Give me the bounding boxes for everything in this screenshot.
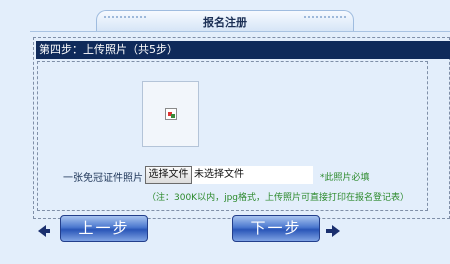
title-divider: [30, 31, 450, 32]
next-step-button[interactable]: 下一步: [232, 215, 320, 242]
required-note: *此照片必填: [320, 173, 370, 183]
photo-preview: [142, 81, 199, 147]
prev-step-button[interactable]: 上一步: [60, 215, 148, 242]
photo-field-label: 一张免冠证件照片: [63, 173, 143, 184]
title-tab: 报名注册: [96, 10, 354, 32]
page-title: 报名注册: [203, 16, 247, 29]
step-header: 第四步：上传照片（共5步）: [36, 41, 450, 59]
broken-image-icon: [165, 108, 177, 120]
registration-panel: 报名注册 第四步：上传照片（共5步） 一张免冠证件照片 选择文件 未选择文件 *…: [0, 0, 450, 264]
format-note: （注：300K以内，jpg格式，上传照片可直接打印在报名登记表）: [147, 193, 410, 203]
arrow-right-icon: [326, 225, 340, 237]
choose-file-button[interactable]: 选择文件: [145, 166, 192, 184]
arrow-left-icon: [38, 225, 50, 237]
upload-frame: [37, 61, 428, 211]
file-status-text: 未选择文件: [192, 166, 313, 184]
